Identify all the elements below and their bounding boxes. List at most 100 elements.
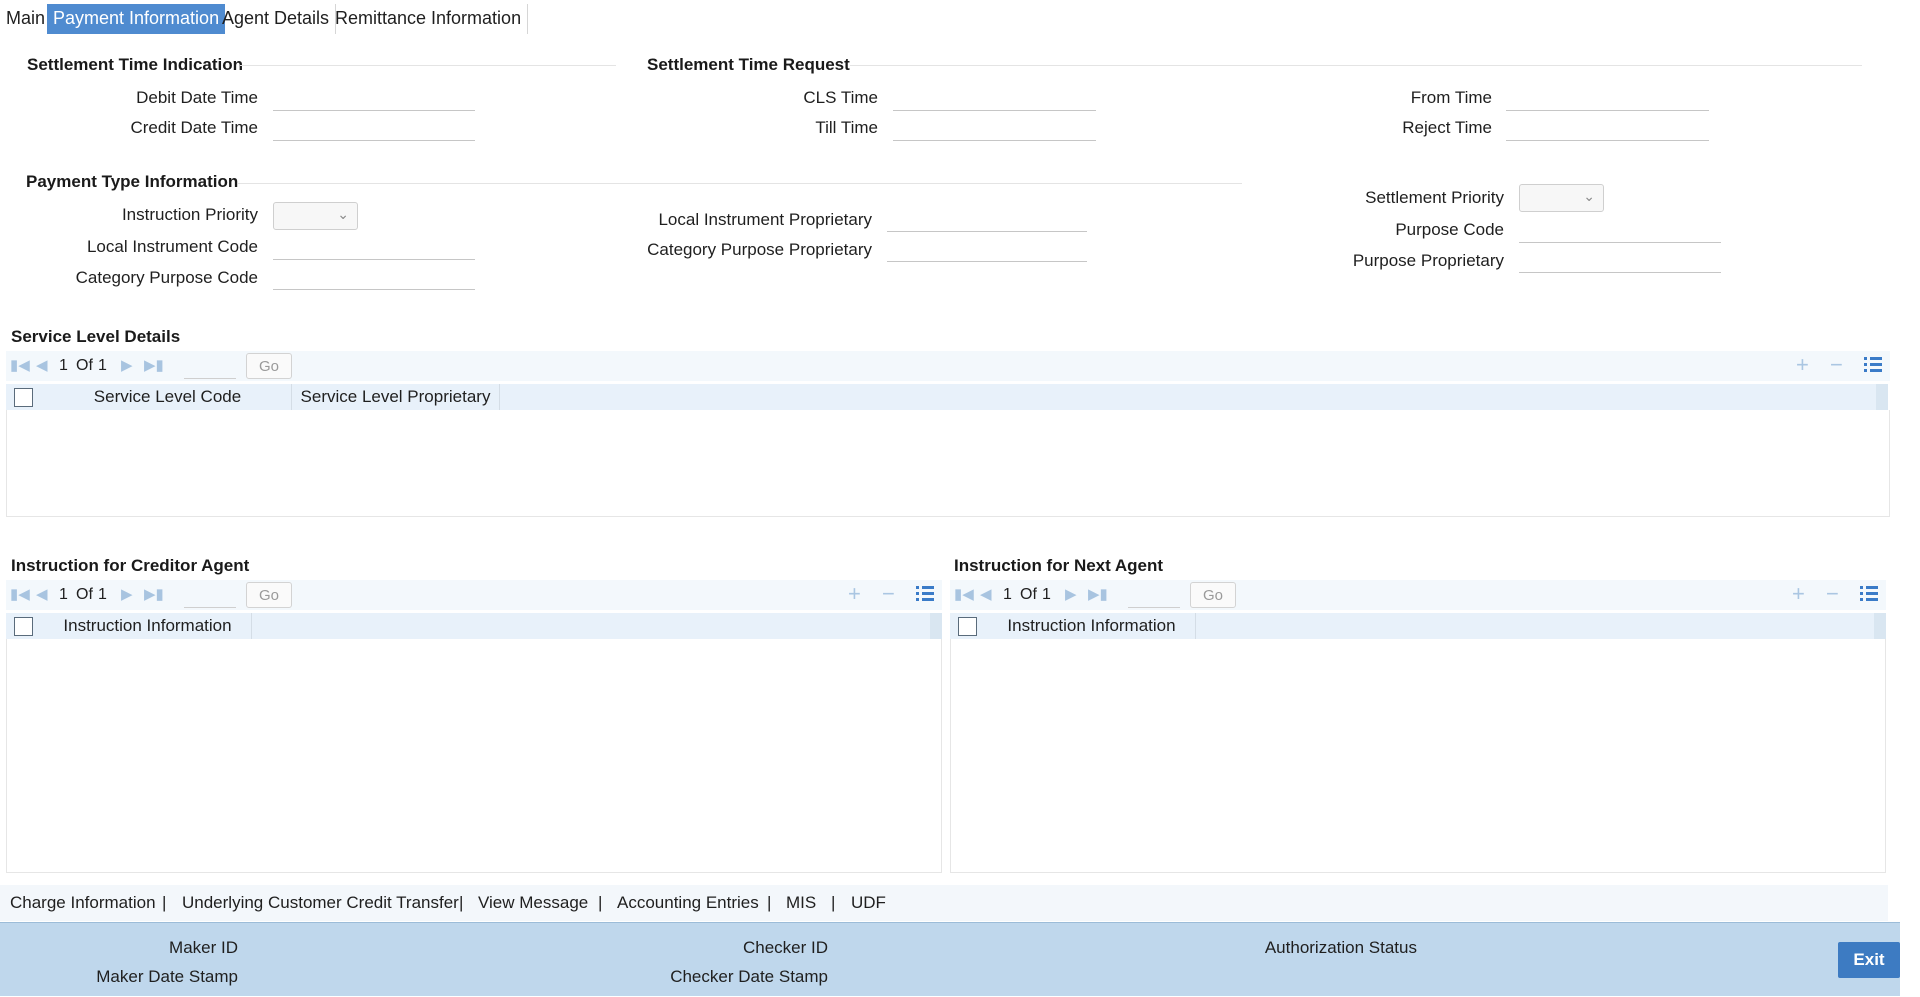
local-instrument-code-label: Local Instrument Code xyxy=(86,237,258,256)
creditor-agent-heading: Instruction for Creditor Agent xyxy=(11,556,250,575)
next-agent-heading: Instruction for Next Agent xyxy=(954,556,1164,575)
delete-row-icon[interactable]: − xyxy=(882,582,895,606)
link-view-message[interactable]: View Message xyxy=(478,893,588,913)
add-row-icon[interactable]: + xyxy=(848,582,861,606)
audit-footer: Maker ID Maker Date Stamp Checker ID Che… xyxy=(0,922,1900,996)
local-instrument-proprietary-label: Local Instrument Proprietary xyxy=(658,210,872,229)
purpose-proprietary-field[interactable] xyxy=(1519,247,1721,273)
chevron-down-icon: ⌄ xyxy=(337,206,349,222)
next-page-icon[interactable]: ▶ xyxy=(121,356,133,374)
link-mis[interactable]: MIS xyxy=(786,893,816,913)
local-instrument-code-field[interactable] xyxy=(273,234,475,260)
page-number-input[interactable] xyxy=(184,355,236,379)
link-underlying-customer-credit-transfer[interactable]: Underlying Customer Credit Transfer xyxy=(182,893,459,913)
cls-time-field[interactable] xyxy=(893,85,1096,111)
column-header-service-level-code[interactable]: Service Level Code xyxy=(44,384,292,410)
column-settings-icon[interactable] xyxy=(1864,356,1882,374)
add-row-icon[interactable]: + xyxy=(1792,582,1805,606)
checker-id-label: Checker ID xyxy=(742,938,828,957)
credit-date-time-field[interactable] xyxy=(273,115,475,141)
column-header-service-level-proprietary[interactable]: Service Level Proprietary xyxy=(292,384,500,410)
reject-time-label: Reject Time xyxy=(1402,118,1492,137)
link-separator: | xyxy=(459,893,464,912)
link-separator: | xyxy=(831,893,836,912)
purpose-code-field[interactable] xyxy=(1519,217,1721,243)
add-row-icon[interactable]: + xyxy=(1796,353,1809,377)
last-page-icon[interactable]: ▶▮ xyxy=(1088,585,1108,603)
creditor-agent-header-row: Instruction Information xyxy=(6,613,930,639)
window-edge xyxy=(1900,0,1920,997)
page-number-input[interactable] xyxy=(184,584,236,608)
first-page-icon[interactable]: ▮◀ xyxy=(954,585,974,603)
reject-time-field[interactable] xyxy=(1506,115,1709,141)
settlement-priority-select[interactable]: ⌄ xyxy=(1519,184,1604,212)
column-settings-icon[interactable] xyxy=(1860,585,1878,603)
instruction-priority-select[interactable]: ⌄ xyxy=(273,202,358,230)
column-settings-icon[interactable] xyxy=(916,585,934,603)
go-button[interactable]: Go xyxy=(246,582,292,608)
tab-remittance-information[interactable]: Remittance Information xyxy=(329,4,529,34)
debit-date-time-field[interactable] xyxy=(273,85,475,111)
previous-page-icon[interactable]: ◀ xyxy=(980,585,992,603)
section-divider xyxy=(238,183,1242,184)
instruction-priority-label: Instruction Priority xyxy=(121,205,258,224)
creditor-agent-pager: ▮◀ ◀ 1 Of 1 ▶ ▶▮ Go + − xyxy=(6,580,942,610)
settlement-time-request-heading: Settlement Time Request xyxy=(647,55,850,74)
from-time-field[interactable] xyxy=(1506,85,1709,111)
section-divider xyxy=(240,65,616,66)
settlement-priority-label: Settlement Priority xyxy=(1365,188,1504,207)
section-divider xyxy=(850,65,1862,66)
link-separator: | xyxy=(162,893,167,912)
tab-agent-details[interactable]: Agent Details xyxy=(216,4,337,34)
previous-page-icon[interactable]: ◀ xyxy=(36,585,48,603)
debit-date-time-label: Debit Date Time xyxy=(136,88,258,107)
vertical-scrollbar[interactable] xyxy=(1874,613,1886,639)
category-purpose-code-field[interactable] xyxy=(273,264,475,290)
next-agent-grid-body xyxy=(950,639,1886,873)
go-button[interactable]: Go xyxy=(246,353,292,379)
tab-payment-information[interactable]: Payment Information xyxy=(47,4,226,34)
next-page-icon[interactable]: ▶ xyxy=(121,585,133,603)
current-page: 1 xyxy=(1003,586,1012,603)
till-time-label: Till Time xyxy=(815,118,878,137)
select-all-checkbox[interactable] xyxy=(14,388,33,407)
total-pages: 1 xyxy=(1042,586,1051,603)
of-label: Of xyxy=(1020,586,1037,603)
next-page-icon[interactable]: ▶ xyxy=(1065,585,1077,603)
of-label: Of xyxy=(76,357,93,374)
first-page-icon[interactable]: ▮◀ xyxy=(10,356,30,374)
settlement-time-indication-heading: Settlement Time Indication xyxy=(27,55,244,74)
creditor-agent-grid-body xyxy=(6,639,942,873)
column-header-instruction-information[interactable]: Instruction Information xyxy=(44,613,252,639)
current-page: 1 xyxy=(59,357,68,374)
service-level-pager: ▮◀ ◀ 1 Of 1 ▶ ▶▮ Go + − xyxy=(6,351,1890,381)
select-all-checkbox[interactable] xyxy=(14,617,33,636)
chevron-down-icon: ⌄ xyxy=(1583,188,1595,204)
payment-type-information-heading: Payment Type Information xyxy=(26,172,239,191)
previous-page-icon[interactable]: ◀ xyxy=(36,356,48,374)
purpose-code-label: Purpose Code xyxy=(1395,220,1504,239)
go-button[interactable]: Go xyxy=(1190,582,1236,608)
cls-time-label: CLS Time xyxy=(803,88,878,107)
vertical-scrollbar[interactable] xyxy=(930,613,942,639)
delete-row-icon[interactable]: − xyxy=(1830,353,1843,377)
category-purpose-proprietary-label: Category Purpose Proprietary xyxy=(647,240,872,259)
delete-row-icon[interactable]: − xyxy=(1826,582,1839,606)
first-page-icon[interactable]: ▮◀ xyxy=(10,585,30,603)
exit-button[interactable]: Exit xyxy=(1838,942,1900,978)
select-all-checkbox[interactable] xyxy=(958,617,977,636)
link-udf[interactable]: UDF xyxy=(851,893,886,913)
page-number-input[interactable] xyxy=(1128,584,1180,608)
link-charge-information[interactable]: Charge Information xyxy=(10,893,156,913)
vertical-scrollbar[interactable] xyxy=(1876,384,1888,410)
last-page-icon[interactable]: ▶▮ xyxy=(144,585,164,603)
till-time-field[interactable] xyxy=(893,115,1096,141)
column-header-instruction-information[interactable]: Instruction Information xyxy=(988,613,1196,639)
total-pages: 1 xyxy=(98,586,107,603)
tab-main[interactable]: Main xyxy=(0,4,53,34)
total-pages: 1 xyxy=(98,357,107,374)
link-accounting-entries[interactable]: Accounting Entries xyxy=(617,893,759,913)
last-page-icon[interactable]: ▶▮ xyxy=(144,356,164,374)
local-instrument-proprietary-field[interactable] xyxy=(887,206,1087,232)
category-purpose-proprietary-field[interactable] xyxy=(887,236,1087,262)
